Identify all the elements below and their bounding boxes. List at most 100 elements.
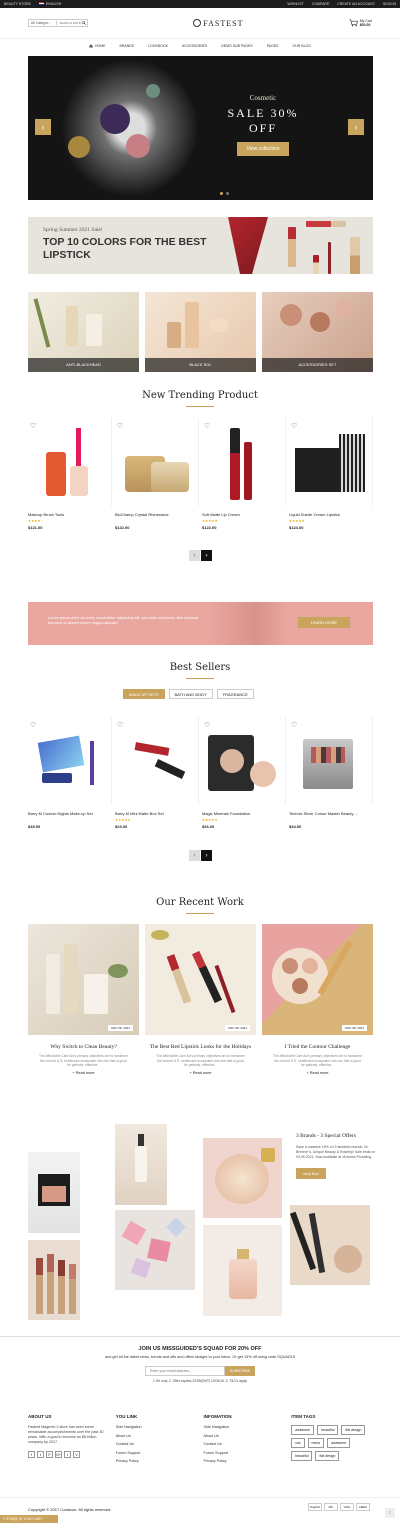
facebook-icon[interactable]: f [28, 1451, 35, 1458]
gallery-image[interactable] [115, 1210, 195, 1290]
wishlist-link[interactable]: WISHLIST [287, 2, 304, 6]
heart-icon[interactable]: ♡ [117, 422, 123, 430]
view-collection-button[interactable]: View collection [236, 142, 290, 156]
tag[interactable]: awesome [291, 1425, 315, 1435]
product-card[interactable]: ♡ BioChamp Crystal Rhinestone $122.00 [115, 418, 199, 546]
product-card[interactable]: ♡ Liquid Suede Cream Lipstick ★★★★★ $124… [289, 418, 373, 546]
category-select[interactable]: All Categor... [29, 21, 58, 25]
product-card[interactable]: ♡ Technic Silver Colour Master Beauty ..… [289, 717, 373, 845]
slider-next-icon[interactable]: › [348, 119, 364, 135]
gallery-image[interactable] [290, 1205, 370, 1285]
footer-link[interactable]: Contact Us [204, 1442, 286, 1446]
tag[interactable]: css [291, 1438, 305, 1448]
product-image[interactable]: ♡ [202, 418, 286, 506]
footer-link[interactable]: About Us [116, 1434, 198, 1438]
footer-link[interactable]: Forum Support [116, 1451, 198, 1455]
blog-image[interactable]: MAY 08, 2021 [262, 924, 373, 1035]
tag[interactable]: flat design [315, 1451, 340, 1461]
prev-arrow-icon[interactable]: ‹ [189, 850, 200, 861]
tab-fragrance[interactable]: FRAGRANCE [216, 689, 254, 699]
footer-link[interactable]: Privacy Policy [204, 1459, 286, 1463]
footer-link[interactable]: About Us [204, 1434, 286, 1438]
footer-link[interactable]: Privacy Policy [116, 1459, 198, 1463]
lipstick-banner[interactable]: Spring Summer 2021 Sale! TOP 10 COLORS F… [28, 217, 373, 274]
pinterest-icon[interactable]: P [46, 1451, 53, 1458]
blog-title[interactable]: Why Switch to Clean Beauty? [28, 1044, 139, 1051]
product-name[interactable]: Magic Minerals Foundation [202, 811, 286, 816]
nav-home[interactable]: HOME [89, 44, 106, 48]
nav-lookbook[interactable]: LOOKBOOK [148, 44, 168, 48]
slider-prev-icon[interactable]: ‹ [35, 119, 51, 135]
footer-link[interactable]: Side Navigation [116, 1425, 198, 1429]
gallery-image[interactable] [203, 1138, 282, 1218]
product-name[interactable]: Soft Matte Lip Cream [202, 512, 286, 517]
nav-pages[interactable]: PAGES [267, 44, 279, 48]
tag[interactable]: flat design [341, 1425, 366, 1435]
product-name[interactable]: Technic Silver Colour Master Beauty ... [289, 811, 373, 816]
product-image[interactable]: ♡ [289, 717, 373, 805]
read-more-link[interactable]: + Read more [28, 1071, 139, 1075]
back-to-top-icon[interactable]: ↑ [385, 1508, 395, 1518]
logo[interactable]: FASTEST [193, 19, 243, 28]
blog-title[interactable]: The Best Red Lipstick Looks for the Holi… [145, 1044, 256, 1051]
store-label[interactable]: BEAUTY STORE [4, 2, 31, 6]
tumblr-icon[interactable]: t [64, 1451, 71, 1458]
next-arrow-icon[interactable]: › [201, 850, 212, 861]
product-name[interactable]: Barry M Cosmic Nights Make-up Set [28, 811, 112, 816]
signin-link[interactable]: SIGN IN [383, 2, 396, 6]
newsletter-email-input[interactable] [145, 1366, 225, 1376]
prev-arrow-icon[interactable]: ‹ [189, 550, 200, 561]
tag[interactable]: awesome [327, 1438, 351, 1448]
learn-more-button[interactable]: LEARN MORE [298, 617, 350, 628]
gallery-image[interactable] [28, 1152, 80, 1233]
tab-bath-and-body[interactable]: BATH AND BODY [168, 689, 213, 699]
create-account-link[interactable]: CREATE AN ACCOUNT [337, 2, 375, 6]
twitter-icon[interactable]: t [37, 1451, 44, 1458]
product-card[interactable]: ♡ Barry M Mini Matte Box Set ★★★★★ $23.0… [115, 717, 199, 845]
category-card[interactable]: ANTI-BLACKHEAD [28, 292, 139, 372]
heart-icon[interactable]: ♡ [291, 721, 297, 729]
category-card[interactable]: ACCESSORIES SET [262, 292, 373, 372]
vimeo-icon[interactable]: V [73, 1451, 80, 1458]
nav-our-blog[interactable]: OUR BLOG [293, 44, 311, 48]
subscribe-button[interactable]: SUBSCRIBE [225, 1366, 255, 1376]
footer-link[interactable]: Contact Us [116, 1442, 198, 1446]
heart-icon[interactable]: ♡ [30, 422, 36, 430]
product-image[interactable]: ♡ [202, 717, 286, 805]
gallery-image[interactable] [28, 1240, 80, 1320]
gallery-image[interactable] [203, 1225, 282, 1316]
product-name[interactable]: Liquid Suede Cream Lipstick [289, 512, 373, 517]
heart-icon[interactable]: ♡ [204, 721, 210, 729]
heart-icon[interactable]: ♡ [291, 422, 297, 430]
slider-dot[interactable] [220, 192, 223, 195]
nav-demo-sub-pages[interactable]: DEMO SUB PAGES [221, 44, 252, 48]
product-card[interactable]: ♡ Magic Minerals Foundation ★★★★★ $26.00 [202, 717, 286, 845]
blog-image[interactable]: MAY 08, 2021 [145, 924, 256, 1035]
shop-now-button[interactable]: shop Now [296, 1168, 326, 1179]
google-plus-icon[interactable]: G+ [55, 1451, 62, 1458]
product-image[interactable]: ♡ [115, 717, 199, 805]
nav-accessories[interactable]: ACCESSORIES [182, 44, 207, 48]
category-card[interactable]: BLACK SOL [145, 292, 256, 372]
product-name[interactable]: Barry M Mini Matte Box Set [115, 811, 199, 816]
language-switcher[interactable]: ENGLISH [38, 2, 61, 6]
heart-icon[interactable]: ♡ [30, 721, 36, 729]
footer-link[interactable]: Side Navigation [204, 1425, 286, 1429]
tag[interactable]: beautiful [317, 1425, 339, 1435]
blog-title[interactable]: I Tried the Contour Challenge [262, 1044, 373, 1051]
product-image[interactable]: ♡ [28, 418, 112, 506]
product-card[interactable]: ♡ Makeup Brush Tools ★★★★☆ $121.00 [28, 418, 112, 546]
sticky-cart-bar[interactable]: 0 ITEM(S) IN YOUR CART [0, 1515, 58, 1523]
read-more-link[interactable]: + Read more [262, 1071, 373, 1075]
slider-dot[interactable] [226, 192, 229, 195]
read-more-link[interactable]: + Read more [145, 1071, 256, 1075]
search-icon[interactable] [81, 20, 87, 26]
gallery-image[interactable] [115, 1124, 167, 1205]
footer-link[interactable]: Forum Support [204, 1451, 286, 1455]
tab-make-up-sets[interactable]: MAKE UP SETS [123, 689, 165, 699]
product-card[interactable]: ♡ Soft Matte Lip Cream ★★★★★ $122.00 [202, 418, 286, 546]
product-image[interactable]: ♡ [28, 717, 112, 805]
compare-link[interactable]: COMPARE [312, 2, 329, 6]
product-image[interactable]: ♡ [115, 418, 199, 506]
product-image[interactable]: ♡ [289, 418, 373, 506]
